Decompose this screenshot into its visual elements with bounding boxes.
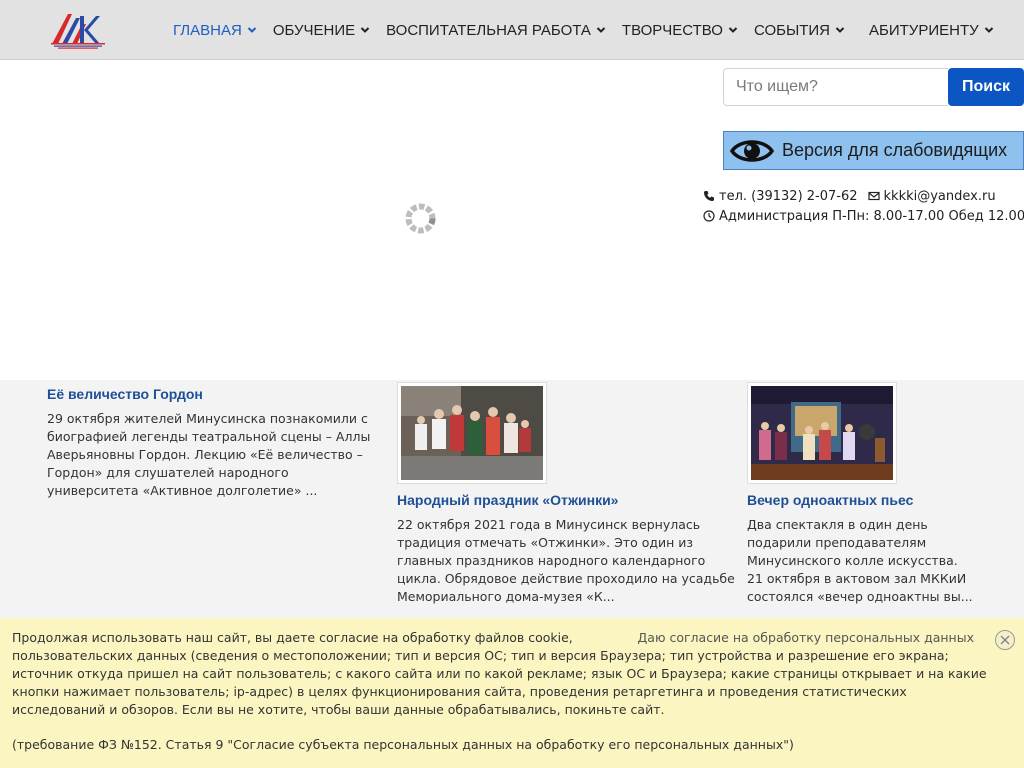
vision-label: Версия для слабовидящих	[782, 140, 1008, 160]
nav-label: ТВОРЧЕСТВО	[621, 21, 723, 39]
chevron-down-icon	[247, 27, 257, 33]
nav-label: АБИТУРИЕНТУ	[869, 21, 979, 39]
cookie-close-button[interactable]	[995, 630, 1015, 650]
news-photo	[401, 386, 543, 480]
phone-text[interactable]: тел. (39132) 2-07-62	[719, 189, 858, 204]
cookie-consent-link[interactable]: Даю согласие на обработку персональных д…	[638, 629, 974, 647]
chevron-down-icon	[728, 27, 738, 33]
cookie-consent-bar: Даю согласие на обработку персональных д…	[0, 618, 1024, 768]
site-header: ГЛАВНАЯ ОБУЧЕНИЕ ВОСПИТАТЕЛЬНАЯ РАБОТА Т…	[0, 0, 1024, 60]
nav-item-events[interactable]: СОБЫТИЯ	[754, 22, 845, 39]
cookie-message: Даю согласие на обработку персональных д…	[12, 629, 1002, 719]
search-input[interactable]	[723, 68, 948, 106]
college-logo[interactable]	[50, 10, 106, 50]
clock-icon	[703, 210, 715, 222]
loading-spinner-icon	[405, 203, 436, 234]
news-excerpt: 29 октября жителей Минусинска познакомил…	[47, 411, 371, 498]
news-thumbnail[interactable]	[397, 382, 547, 484]
news-title[interactable]: Вечер одноактных пьес	[747, 492, 977, 508]
phone-icon	[704, 191, 714, 201]
nav-label: ВОСПИТАТЕЛЬНАЯ РАБОТА	[386, 21, 591, 39]
news-title[interactable]: Народный праздник «Отжинки»	[397, 492, 737, 508]
search-button[interactable]: Поиск	[948, 68, 1024, 106]
nav-item-upbringing[interactable]: ВОСПИТАТЕЛЬНАЯ РАБОТА	[386, 22, 606, 39]
cookie-law-note: (требование ФЗ №152. Статья 9 "Согласие …	[12, 737, 794, 752]
news-thumbnail[interactable]	[747, 382, 897, 484]
envelope-icon	[867, 191, 880, 201]
working-hours-text: Администрация П-Пн: 8.00-17.00 Обед 12.0…	[719, 208, 1024, 224]
news-item: Народный праздник «Отжинки» 22 октября 2…	[397, 382, 737, 606]
chevron-down-icon	[596, 27, 606, 33]
chevron-down-icon	[984, 27, 993, 33]
nav-item-creativity[interactable]: ТВОРЧЕСТВО	[622, 22, 738, 39]
nav-label: ОБУЧЕНИЕ	[272, 21, 356, 39]
news-item: Вечер одноактных пьес Два спектакля в од…	[747, 382, 977, 606]
news-excerpt: Два спектакля в один день подарили препо…	[747, 517, 973, 604]
close-icon	[1000, 635, 1010, 645]
search-form: Поиск	[723, 68, 1024, 106]
nav-label: ГЛАВНАЯ	[173, 21, 242, 39]
nav-item-education[interactable]: ОБУЧЕНИЕ	[273, 22, 370, 39]
eye-icon	[730, 139, 774, 162]
chevron-down-icon	[835, 27, 845, 33]
contacts-block: тел. (39132) 2-07-62 kkkki@yandex.ru Адм…	[703, 186, 1024, 226]
news-title[interactable]: Её величество Гордон	[47, 386, 377, 402]
visually-impaired-version-button[interactable]: Версия для слабовидящих	[723, 131, 1024, 170]
nav-label: СОБЫТИЯ	[753, 21, 831, 39]
email-link[interactable]: kkkki@yandex.ru	[884, 189, 996, 204]
news-excerpt: 22 октября 2021 года в Минусинск вернула…	[397, 517, 735, 604]
news-photo	[751, 386, 893, 480]
main-nav: ГЛАВНАЯ ОБУЧЕНИЕ ВОСПИТАТЕЛЬНАЯ РАБОТА Т…	[165, 0, 1002, 60]
news-item: Её величество Гордон 29 октября жителей …	[47, 385, 377, 500]
chevron-down-icon	[360, 27, 370, 33]
nav-item-applicants[interactable]: АБИТУРИЕНТУ	[869, 22, 994, 39]
nav-item-home[interactable]: ГЛАВНАЯ	[173, 22, 257, 39]
